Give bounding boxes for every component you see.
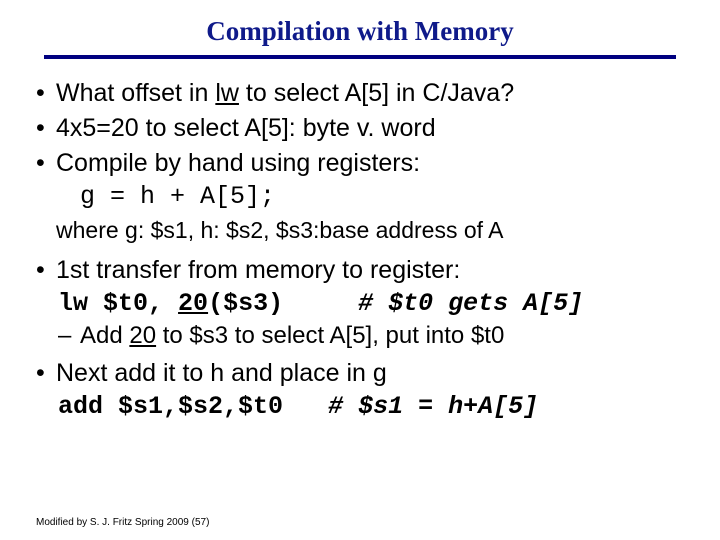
text: add $s1,$s2,$t0 [58,392,283,421]
bullet-next-add: Next add it to h and place in g [36,357,690,390]
text: What offset in [56,79,215,107]
add-instruction: add $s1,$s2,$t0 # $s1 = h+A[5] [58,392,700,421]
lw-comment: # $t0 gets A[5] [358,289,583,318]
text: to select A[5] in C/Java? [239,79,514,107]
offset-underlined: 20 [178,289,208,318]
bullet-list-3: Next add it to h and place in g [20,357,700,390]
twenty-underlined: 20 [129,322,156,349]
sub-bullet-add-offset: Add 20 to $s3 to select A[5], put into $… [58,320,700,351]
bullet-list: What offset in lw to select A[5] in C/Ja… [20,77,700,180]
slide: Compilation with Memory What offset in l… [0,0,720,540]
bullet-list-2: 1st transfer from memory to register: [20,254,700,287]
lw-instruction: lw $t0, 20($s3) # $t0 gets A[5] [58,289,700,318]
slide-title: Compilation with Memory [20,16,700,47]
footer-attribution: Modified by S. J. Fritz Spring 2009 (57) [36,517,209,528]
add-comment: # $s1 = h+A[5] [328,392,538,421]
bullet-compile-by-hand: Compile by hand using registers: [36,147,690,180]
bullet-byte-vs-word: 4x5=20 to select A[5]: byte v. word [36,112,690,145]
text: lw $t0, [58,289,163,318]
text: ($s3) [208,289,283,318]
title-underline [44,55,676,59]
sub-bullet-list: Add 20 to $s3 to select A[5], put into $… [58,320,700,351]
register-mapping: where g: $s1, h: $s2, $s3:base address o… [56,217,700,244]
bullet-offset-question: What offset in lw to select A[5] in C/Ja… [36,77,690,110]
text: Add [80,322,129,349]
text: to $s3 to select A[5], put into $t0 [156,322,504,349]
lw-underlined: lw [215,79,239,107]
bullet-first-transfer: 1st transfer from memory to register: [36,254,690,287]
code-assignment: g = h + A[5]; [80,182,700,211]
